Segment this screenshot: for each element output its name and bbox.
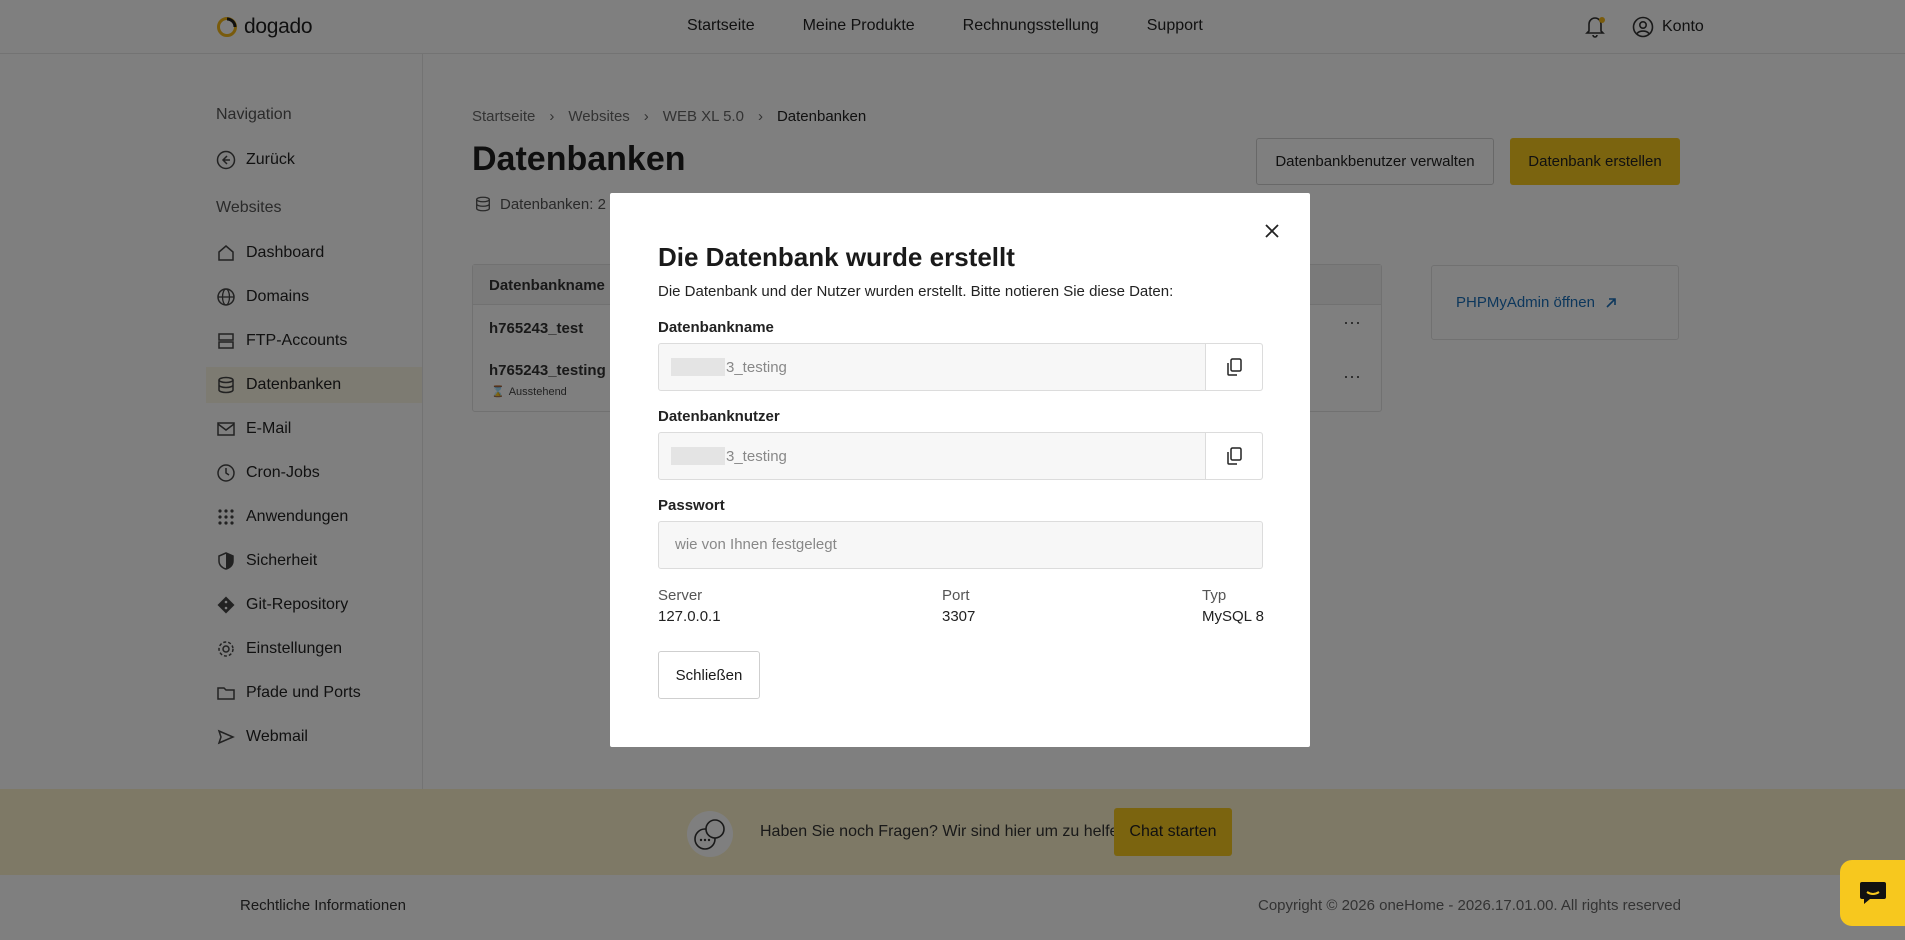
db-user-field[interactable]: 3_testing (658, 432, 1263, 480)
type-label: Typ (1202, 587, 1227, 604)
db-user-label: Datenbanknutzer (658, 408, 780, 425)
db-user-value: 3_testing (726, 447, 787, 465)
type-value: MySQL 8 (1202, 608, 1264, 625)
password-field[interactable]: wie von Ihnen festgelegt (658, 521, 1263, 569)
chat-widget-button[interactable] (1840, 860, 1905, 926)
dialog-description: Die Datenbank und der Nutzer wurden erst… (658, 283, 1174, 300)
copy-db-user-button[interactable] (1205, 433, 1262, 479)
db-name-label: Datenbankname (658, 319, 774, 336)
db-name-field[interactable]: 3_testing (658, 343, 1263, 391)
server-label: Server (658, 587, 703, 604)
password-label: Passwort (658, 497, 725, 514)
masked-prefix (671, 447, 725, 465)
masked-prefix (671, 358, 725, 376)
chat-icon (1858, 879, 1888, 907)
port-label: Port (942, 587, 970, 604)
database-created-dialog: Die Datenbank wurde erstellt Die Datenba… (610, 193, 1310, 747)
close-icon[interactable] (1260, 219, 1284, 243)
copy-db-name-button[interactable] (1205, 344, 1262, 390)
close-dialog-button[interactable]: Schließen (658, 651, 760, 699)
port-value: 3307 (942, 608, 976, 625)
copy-icon (1224, 357, 1244, 377)
dialog-title: Die Datenbank wurde erstellt (658, 242, 1015, 272)
server-value: 127.0.0.1 (658, 608, 721, 625)
password-placeholder: wie von Ihnen festgelegt (675, 536, 837, 553)
db-name-value: 3_testing (726, 358, 787, 376)
copy-icon (1224, 446, 1244, 466)
